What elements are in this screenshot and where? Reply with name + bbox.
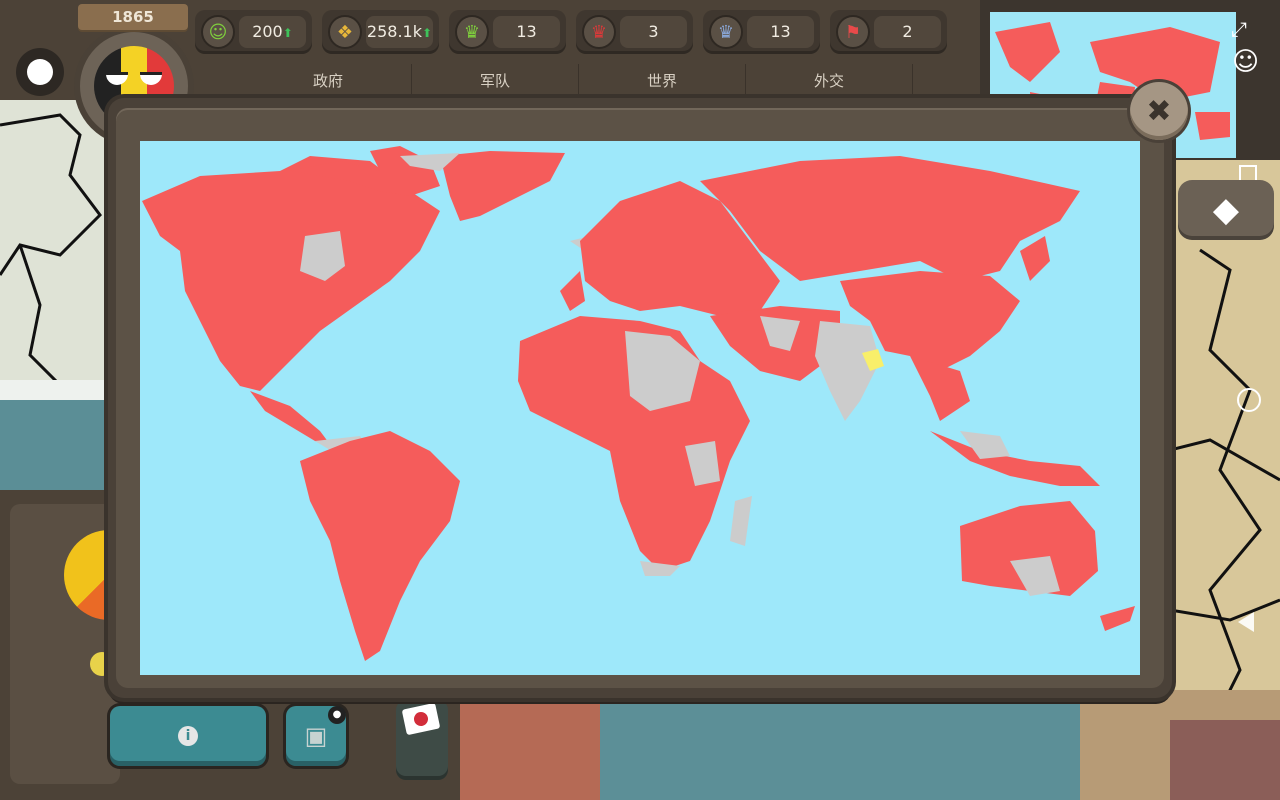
resource-value: 13 (493, 16, 560, 48)
region-new-zealand (1100, 606, 1135, 631)
flag-icon: ⚑ (836, 15, 870, 49)
region-greenland (440, 151, 565, 221)
building-icon: ▣ (304, 722, 328, 750)
close-icon: ✖ (1146, 93, 1172, 129)
resource-money[interactable]: ❖ 258.1k⬆ (322, 10, 439, 54)
close-button[interactable]: ✖ (1130, 82, 1188, 140)
resource-value: 3 (620, 16, 687, 48)
circle-icon[interactable] (1237, 388, 1261, 412)
resource-value: 200 (252, 22, 283, 41)
nav-tabs: 政府 军队 世界 外交 (245, 64, 913, 98)
crown-red-icon: ♛ (582, 15, 616, 49)
region-indonesia (930, 431, 1100, 486)
resource-flags[interactable]: ⚑ 2 (830, 10, 947, 54)
region-south-america (300, 431, 460, 661)
world-map-svg (142, 146, 1135, 661)
resource-value: 13 (747, 16, 814, 48)
tab-army[interactable]: 军队 (412, 64, 579, 98)
land-region-bottom[interactable] (460, 690, 600, 800)
expand-icon[interactable]: ⤢ (1228, 18, 1250, 40)
shoreline (0, 380, 115, 400)
sea-area (600, 700, 1080, 800)
flag-button[interactable] (396, 700, 448, 780)
settings-dot-button[interactable] (16, 48, 64, 96)
gem-icon: ◆ (1212, 190, 1240, 230)
japan-flag-icon (401, 702, 441, 736)
tab-world[interactable]: 世界 (579, 64, 746, 98)
year-display: 1865 (78, 4, 188, 30)
land-region-left[interactable] (0, 95, 115, 395)
resource-happiness[interactable]: ☺ 200⬆ (195, 10, 312, 54)
gem-button[interactable]: ◆ (1178, 180, 1274, 240)
resource-red-crown[interactable]: ♛ 3 (576, 10, 693, 54)
arrow-up-icon: ⬆ (282, 26, 293, 40)
region-japan (1020, 236, 1050, 281)
resource-value: 258.1k (366, 22, 422, 41)
back-icon[interactable] (1238, 612, 1254, 632)
arrow-up-icon: ⬆ (422, 26, 433, 40)
resource-value: 2 (874, 16, 941, 48)
lock-icon: ● (328, 706, 346, 724)
countryball-eyes (94, 72, 174, 86)
crown-green-icon: ♛ (455, 15, 489, 49)
coins-icon: ❖ (328, 15, 362, 49)
resource-blue-crown[interactable]: ♛ 13 (703, 10, 820, 54)
tab-government[interactable]: 政府 (245, 64, 412, 98)
land-region-corner[interactable] (1170, 720, 1280, 800)
resource-bar: ☺ 200⬆ ❖ 258.1k⬆ ♛ 13 ♛ 3 ♛ 13 ⚑ 2 (195, 10, 947, 56)
resource-green-crown[interactable]: ♛ 13 (449, 10, 566, 54)
smiley-icon: ☺ (201, 15, 235, 49)
person-icon[interactable]: ☺ (1232, 44, 1259, 80)
region-madagascar (730, 496, 752, 546)
crown-blue-icon: ♛ (709, 15, 743, 49)
region-se-asia (910, 356, 970, 421)
world-map[interactable] (140, 141, 1140, 675)
tab-diplomacy[interactable]: 外交 (746, 64, 913, 98)
info-icon: i (178, 726, 198, 746)
info-button[interactable]: i (110, 706, 266, 766)
region-india (815, 321, 880, 421)
region-uk (560, 271, 585, 311)
region-sahara-gray (625, 331, 700, 411)
